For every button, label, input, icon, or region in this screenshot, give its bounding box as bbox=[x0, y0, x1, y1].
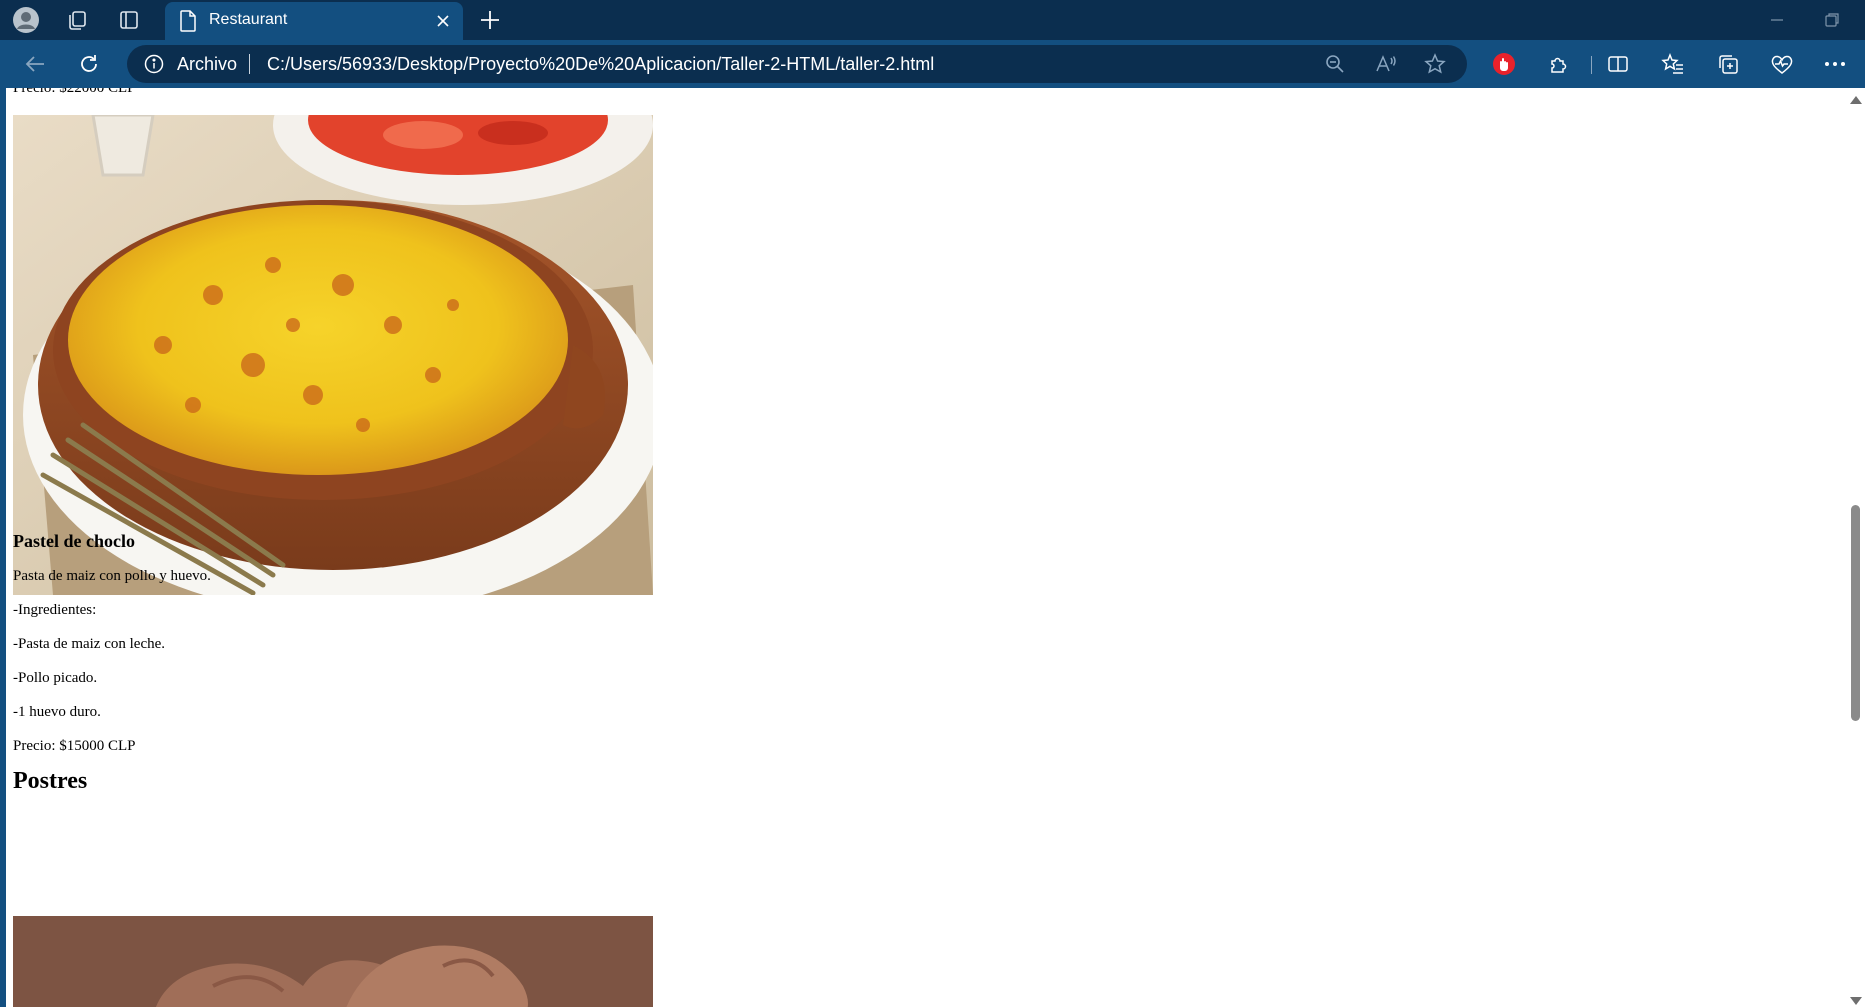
dish-title: Pastel de choclo bbox=[13, 531, 135, 551]
new-tab-icon[interactable] bbox=[476, 6, 504, 34]
refresh-icon[interactable] bbox=[73, 48, 105, 80]
read-aloud-icon[interactable] bbox=[1374, 52, 1398, 76]
favorite-star-icon[interactable] bbox=[1423, 52, 1447, 76]
scroll-down-arrow[interactable] bbox=[1850, 997, 1862, 1005]
workspaces-icon[interactable] bbox=[63, 6, 91, 34]
tab-restaurant[interactable]: Restaurant bbox=[165, 2, 463, 40]
tab-title: Restaurant bbox=[209, 11, 288, 28]
dish-description: Pasta de maiz con pollo y huevo. bbox=[13, 568, 211, 584]
previous-dish-price: Precio: $22000 CLP bbox=[13, 88, 136, 96]
site-label: Archivo bbox=[177, 54, 238, 74]
favorites-icon[interactable] bbox=[1659, 50, 1687, 78]
profile-icon[interactable] bbox=[12, 6, 40, 34]
browser-essentials-icon[interactable] bbox=[1768, 50, 1796, 78]
dish-price: Precio: $15000 CLP bbox=[13, 738, 136, 754]
scrollbar-thumb[interactable] bbox=[1851, 505, 1860, 721]
pastel-de-choclo-image bbox=[13, 115, 653, 595]
postres-image bbox=[13, 916, 653, 1007]
address-bar[interactable]: Archivo C:/Users/56933/Desktop/Proyecto%… bbox=[127, 45, 1467, 83]
tab-actions-icon[interactable] bbox=[115, 6, 143, 34]
close-icon[interactable] bbox=[431, 9, 455, 33]
toolbar-separator bbox=[1591, 56, 1592, 74]
postres-heading: Postres bbox=[13, 768, 88, 794]
split-screen-icon[interactable] bbox=[1604, 50, 1632, 78]
extension-hand-icon[interactable] bbox=[1490, 50, 1518, 78]
restore-icon[interactable] bbox=[1820, 8, 1844, 32]
scroll-up-arrow[interactable] bbox=[1850, 96, 1862, 104]
browser-toolbar: Archivo C:/Users/56933/Desktop/Proyecto%… bbox=[0, 40, 1865, 88]
ingredient-item: -1 huevo duro. bbox=[13, 704, 101, 720]
more-icon[interactable] bbox=[1821, 50, 1849, 78]
address-separator bbox=[249, 54, 250, 74]
vertical-scrollbar[interactable] bbox=[1846, 88, 1865, 1007]
ingredient-item: -Pasta de maiz con leche. bbox=[13, 636, 166, 652]
url-text[interactable]: C:/Users/56933/Desktop/Proyecto%20De%20A… bbox=[267, 54, 934, 75]
zoom-out-icon[interactable] bbox=[1323, 52, 1347, 76]
page-viewport[interactable]: Precio: $22000 CLP Pastel de choclo Past… bbox=[6, 88, 1846, 1007]
page-icon bbox=[179, 10, 197, 36]
ingredients-label: -Ingredientes: bbox=[13, 602, 97, 618]
browser-title-bar: Restaurant bbox=[0, 0, 1865, 40]
collections-icon[interactable] bbox=[1714, 50, 1742, 78]
ingredient-item: -Pollo picado. bbox=[13, 670, 98, 686]
extensions-icon[interactable] bbox=[1545, 50, 1573, 78]
back-icon[interactable] bbox=[19, 48, 51, 80]
info-icon[interactable] bbox=[144, 54, 164, 78]
minimize-icon[interactable] bbox=[1765, 8, 1789, 32]
